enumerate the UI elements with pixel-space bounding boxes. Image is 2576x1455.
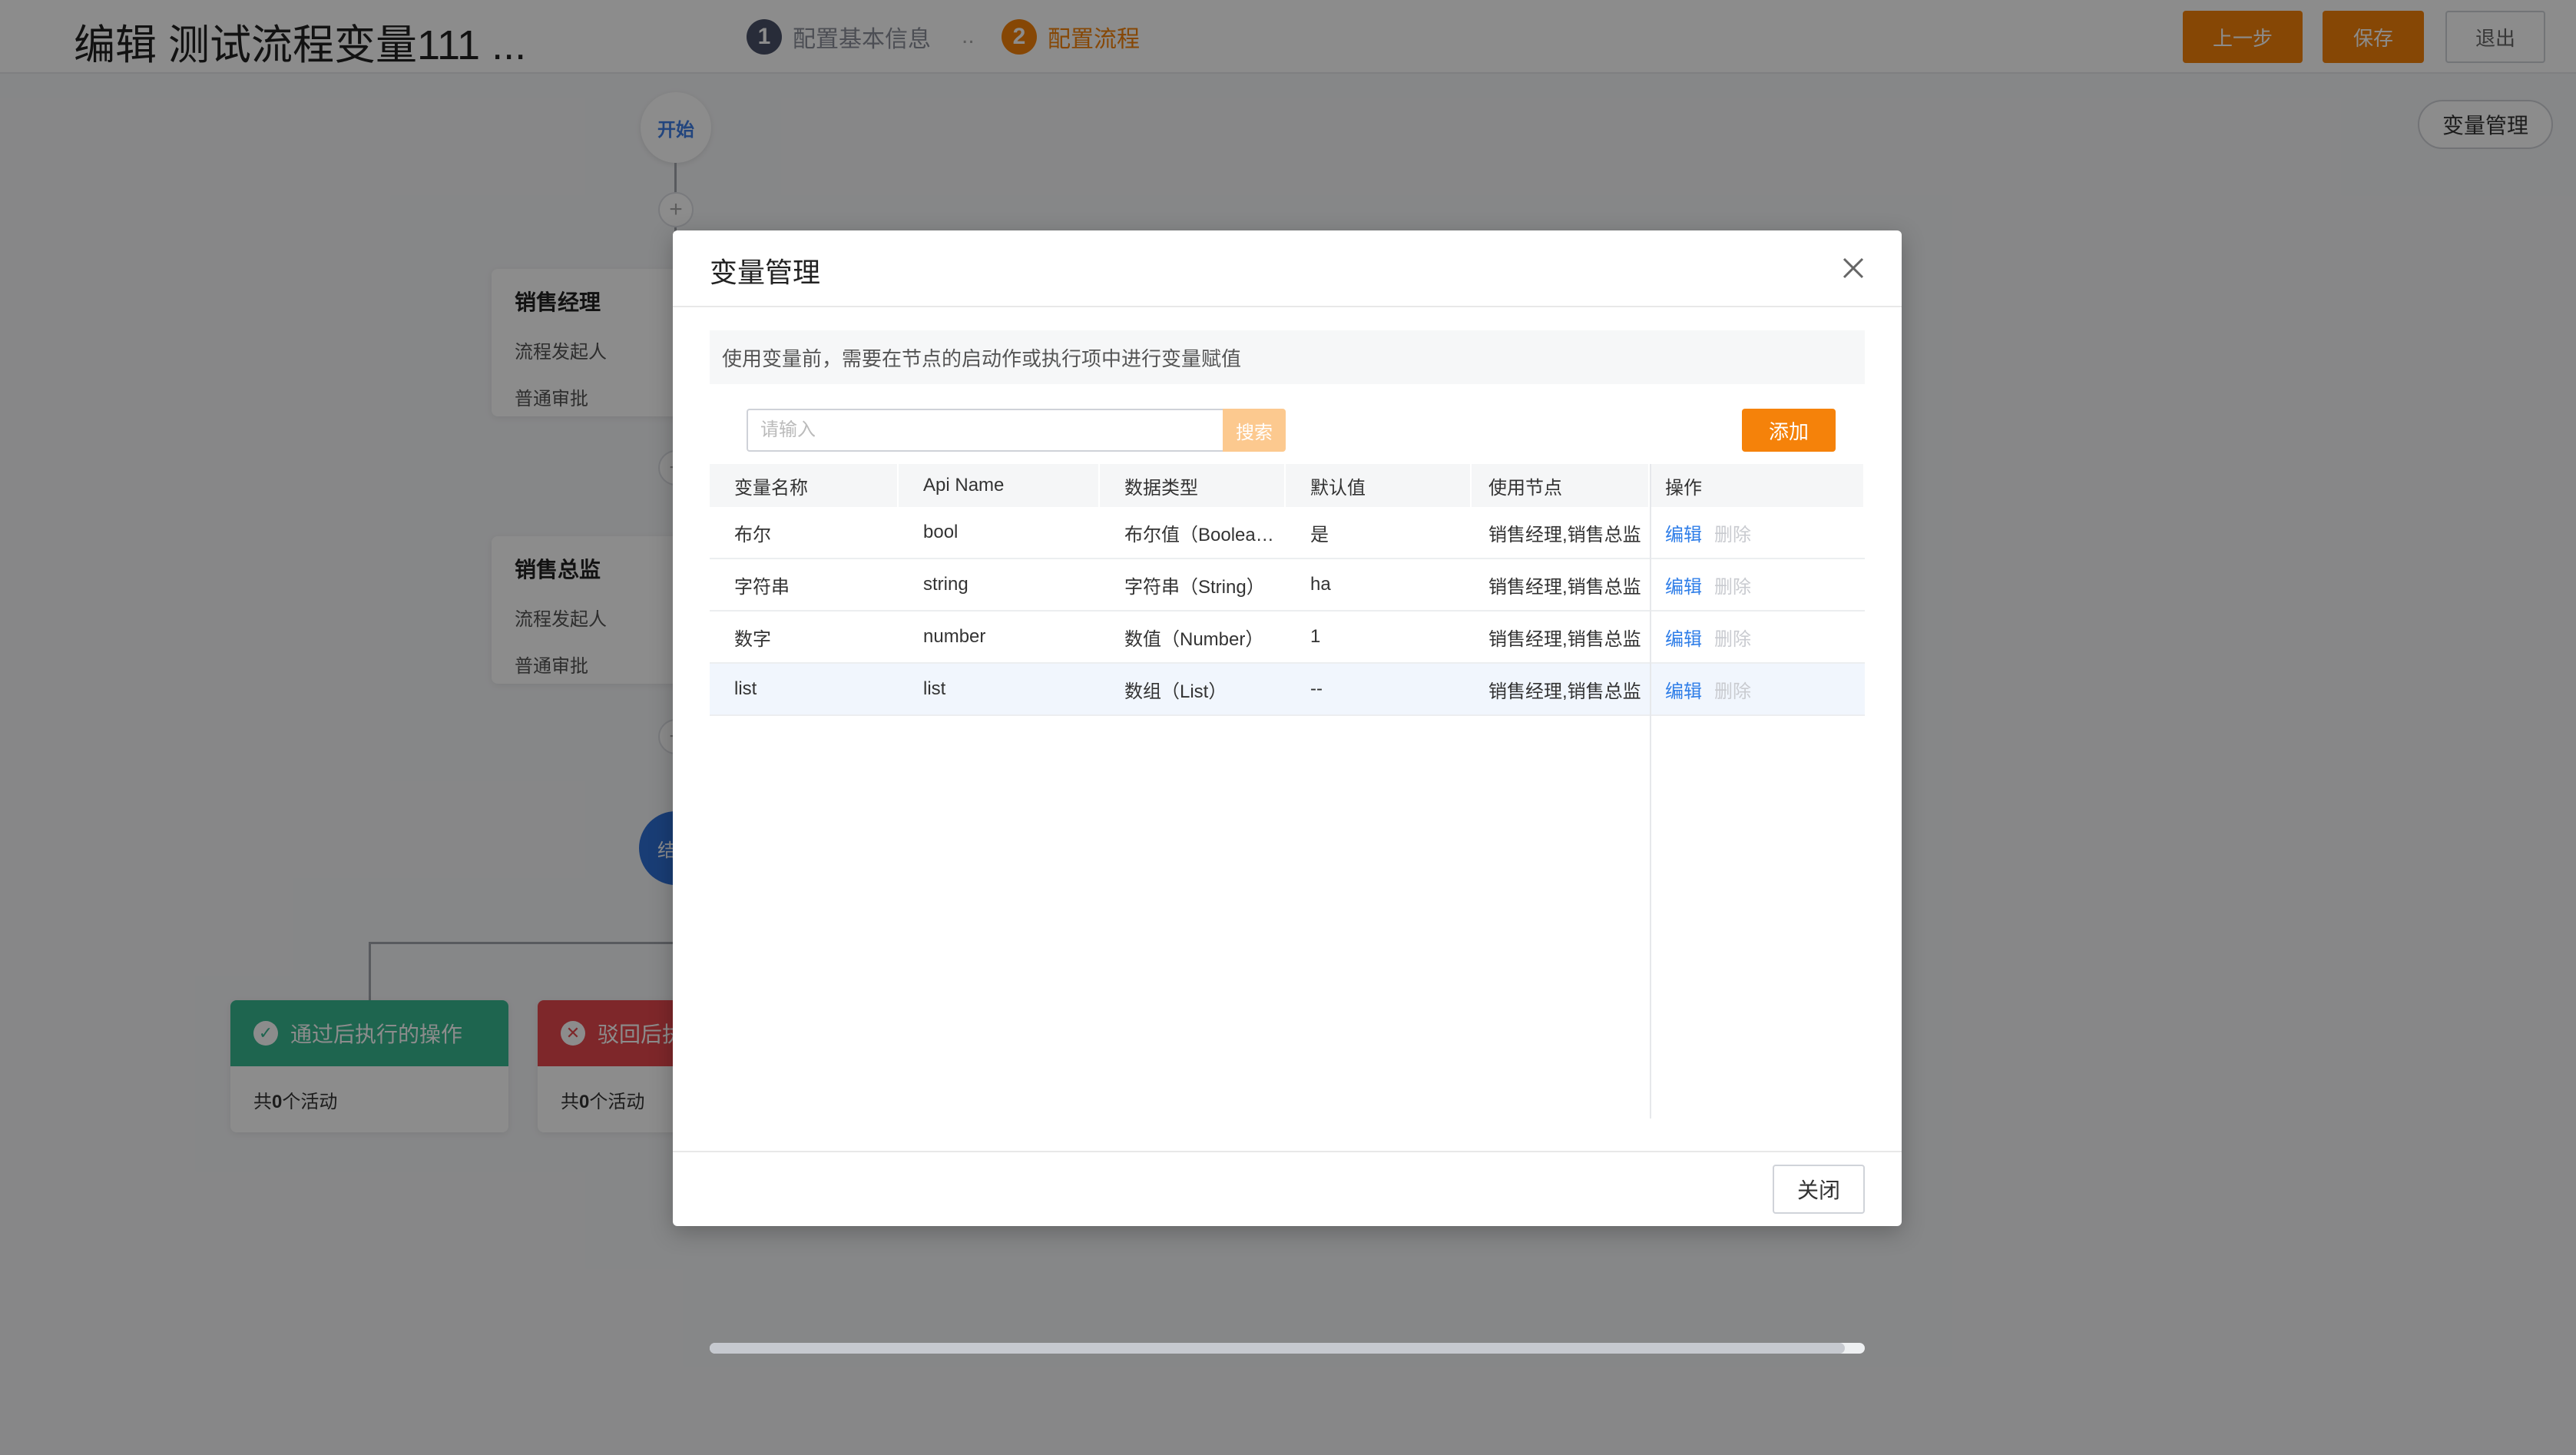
- table-header: 变量名称 Api Name 数据类型 默认值 使用节点 操作: [710, 464, 1865, 507]
- cell-data-type: 数值（Number）: [1124, 628, 1264, 650]
- close-icon[interactable]: [1836, 250, 1871, 286]
- cell-actions: 编辑 删除: [1650, 664, 1865, 714]
- cell-used-nodes: 销售经理,销售总监: [1488, 576, 1641, 598]
- cell-api-name: list: [923, 678, 946, 699]
- edit-link[interactable]: 编辑: [1665, 624, 1702, 651]
- modal-title: 变量管理: [710, 257, 821, 288]
- cell-default-value: 1: [1310, 626, 1321, 647]
- cell-name: 字符串: [734, 576, 790, 598]
- table-row[interactable]: 数字 number 数值（Number） 1 销售经理,销售总监 编辑 删除: [710, 611, 1865, 664]
- cell-default-value: ha: [1310, 574, 1331, 595]
- cell-used-nodes: 销售经理,销售总监: [1488, 524, 1641, 545]
- column-header: 默认值: [1286, 464, 1472, 507]
- delete-link[interactable]: 删除: [1714, 624, 1751, 651]
- edit-link[interactable]: 编辑: [1665, 676, 1702, 703]
- cell-data-type: 字符串（String）: [1124, 576, 1265, 598]
- fixed-column-divider: [1650, 507, 1651, 1119]
- cell-api-name: number: [923, 626, 986, 647]
- cell-name: list: [734, 678, 757, 699]
- search-input[interactable]: [747, 409, 1223, 452]
- cell-name: 数字: [734, 628, 771, 650]
- cell-name: 布尔: [734, 524, 771, 545]
- horizontal-scrollbar[interactable]: [710, 1343, 1865, 1354]
- cell-used-nodes: 销售经理,销售总监: [1488, 628, 1641, 650]
- delete-link[interactable]: 删除: [1714, 572, 1751, 598]
- add-variable-button[interactable]: 添加: [1742, 409, 1836, 452]
- cell-api-name: bool: [923, 522, 959, 542]
- search-bar: 搜索: [747, 409, 1286, 452]
- modal-header: 变量管理: [673, 230, 1902, 307]
- column-header: 数据类型: [1100, 464, 1286, 507]
- column-header: Api Name: [899, 464, 1100, 507]
- cell-default-value: --: [1310, 678, 1323, 699]
- scrollbar-thumb[interactable]: [710, 1343, 1845, 1354]
- edit-link[interactable]: 编辑: [1665, 519, 1702, 546]
- table-row[interactable]: list list 数组（List） -- 销售经理,销售总监 编辑 删除: [710, 664, 1865, 716]
- column-header: 变量名称: [710, 464, 899, 507]
- delete-link[interactable]: 删除: [1714, 519, 1751, 546]
- cell-actions: 编辑 删除: [1650, 507, 1865, 558]
- table-row[interactable]: 字符串 string 字符串（String） ha 销售经理,销售总监 编辑 删…: [710, 559, 1865, 611]
- cell-data-type: 布尔值（Boolea…: [1124, 524, 1274, 545]
- cell-default-value: 是: [1310, 524, 1329, 545]
- column-header: 使用节点: [1472, 464, 1650, 507]
- modal-footer: 关闭: [673, 1151, 1902, 1226]
- close-button[interactable]: 关闭: [1773, 1165, 1865, 1214]
- variable-table: 变量名称 Api Name 数据类型 默认值 使用节点 操作 布尔 bool 布…: [710, 464, 1865, 1354]
- delete-link[interactable]: 删除: [1714, 676, 1751, 703]
- search-button[interactable]: 搜索: [1223, 409, 1286, 452]
- cell-data-type: 数组（List）: [1124, 681, 1227, 702]
- column-header: 操作: [1650, 464, 1865, 507]
- cell-actions: 编辑 删除: [1650, 611, 1865, 662]
- cell-used-nodes: 销售经理,销售总监: [1488, 681, 1641, 702]
- cell-actions: 编辑 删除: [1650, 559, 1865, 610]
- variable-notice: 使用变量前，需要在节点的启动作或执行项中进行变量赋值: [710, 330, 1865, 384]
- edit-link[interactable]: 编辑: [1665, 572, 1702, 598]
- table-row[interactable]: 布尔 bool 布尔值（Boolea… 是 销售经理,销售总监 编辑 删除: [710, 507, 1865, 559]
- variable-management-modal: 变量管理 使用变量前，需要在节点的启动作或执行项中进行变量赋值 搜索 添加 变量…: [673, 230, 1902, 1354]
- cell-api-name: string: [923, 574, 968, 595]
